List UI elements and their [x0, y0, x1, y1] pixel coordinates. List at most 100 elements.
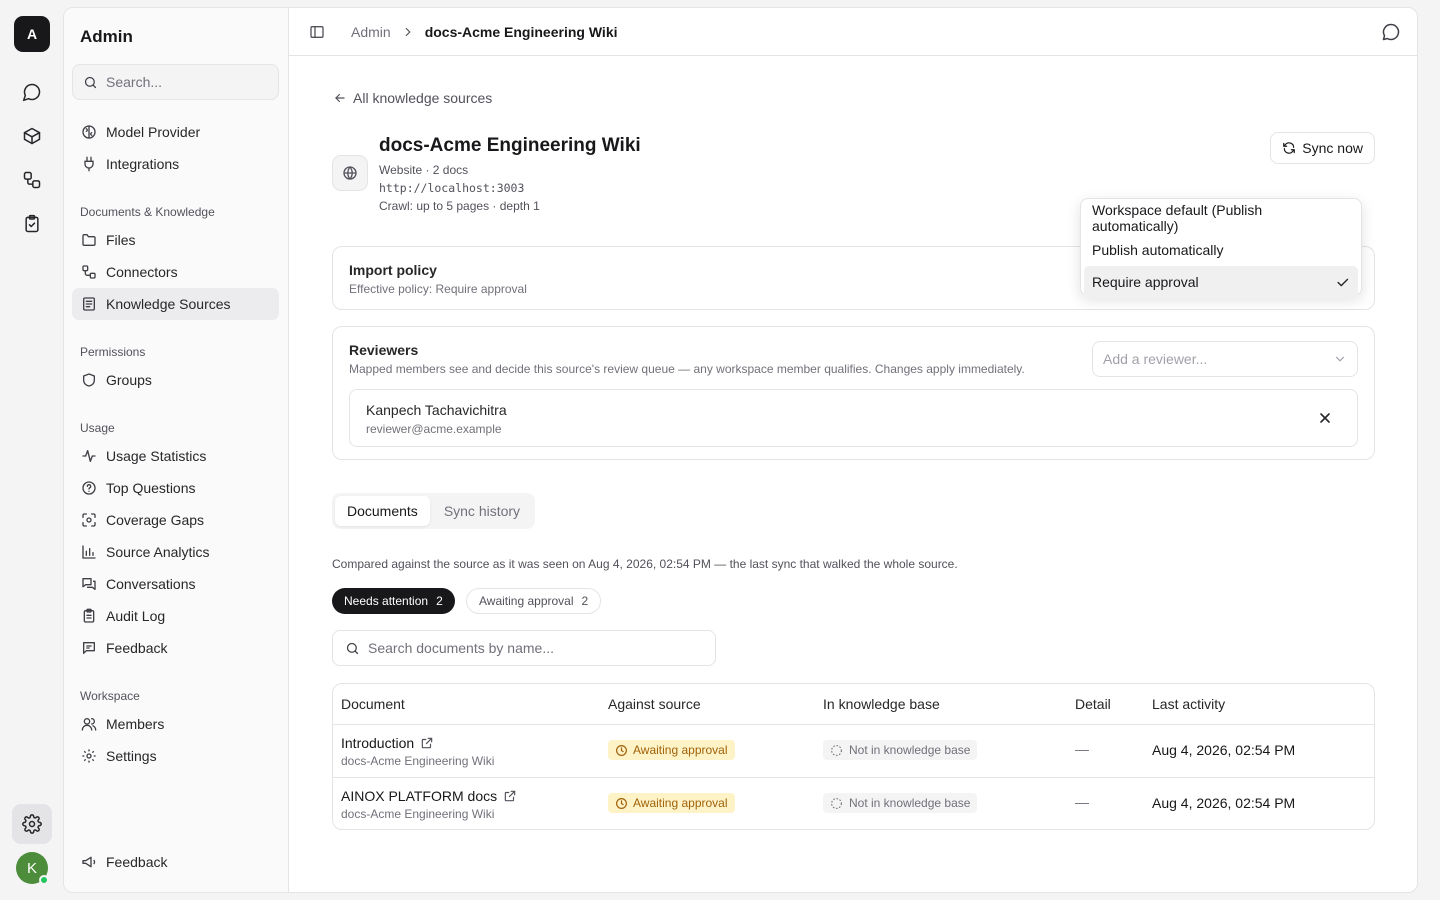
sidebar-item-label: Members: [106, 716, 165, 732]
bar-chart-icon: [81, 544, 97, 560]
column-header-in-knowledge-base: In knowledge base: [823, 696, 940, 712]
sidebar-item-model-provider[interactable]: Model Provider: [72, 116, 279, 148]
reviewer-item: Kanpech Tachavichitra reviewer@acme.exam…: [349, 389, 1358, 447]
reviewer-name: Kanpech Tachavichitra: [366, 402, 507, 418]
sync-now-button[interactable]: Sync now: [1270, 132, 1375, 164]
sidebar-item-coverage-gaps[interactable]: Coverage Gaps: [72, 504, 279, 536]
main-frame: Admin Search... Model Provider Integrati…: [63, 7, 1418, 893]
sidebar-item-top-questions[interactable]: Top Questions: [72, 472, 279, 504]
megaphone-icon: [81, 854, 97, 870]
sidebar-item-connectors[interactable]: Connectors: [72, 256, 279, 288]
filter-count: 2: [581, 594, 589, 608]
sidebar-item-knowledge-sources[interactable]: Knowledge Sources: [72, 288, 279, 320]
sidebar-item-label: Groups: [106, 372, 152, 388]
policy-option-label: Workspace default (Publish automatically…: [1092, 202, 1263, 234]
book-icon: [81, 296, 97, 312]
connectors-icon: [81, 264, 97, 280]
sidebar-item-conversations[interactable]: Conversations: [72, 568, 279, 600]
sidebar-item-feedback[interactable]: Feedback: [72, 632, 279, 664]
sidebar-item-settings[interactable]: Settings: [72, 740, 279, 772]
workflow-icon[interactable]: [16, 164, 48, 196]
box-icon[interactable]: [16, 120, 48, 152]
back-link[interactable]: All knowledge sources: [333, 90, 492, 106]
policy-option-publish-automatically[interactable]: Publish automatically: [1084, 234, 1358, 266]
chat-bubble-icon[interactable]: [1381, 22, 1401, 42]
sidebar-item-groups[interactable]: Groups: [72, 364, 279, 396]
chat-icon[interactable]: [16, 76, 48, 108]
search-icon: [346, 642, 359, 654]
document-source: docs-Acme Engineering Wiki: [341, 754, 495, 768]
sidebar-item-label: Feedback: [106, 854, 168, 870]
clipboard-check-icon[interactable]: [16, 208, 48, 240]
online-status-dot: [39, 875, 49, 885]
sidebar-item-audit-log[interactable]: Audit Log: [72, 600, 279, 632]
kb-status-label: Not in knowledge base: [849, 796, 971, 810]
clipboard-icon: [81, 608, 97, 624]
sidebar-item-label: Top Questions: [106, 480, 196, 496]
sidebar-item-files[interactable]: Files: [72, 224, 279, 256]
activity-icon: [81, 448, 97, 464]
kb-status-label: Not in knowledge base: [849, 743, 971, 757]
messages-icon: [81, 576, 97, 592]
icon-rail: A K: [0, 0, 64, 900]
policy-option-workspace-default[interactable]: Workspace default (Publish automatically…: [1084, 202, 1358, 234]
sidebar-item-label: Audit Log: [106, 608, 166, 624]
settings-gear-icon[interactable]: [12, 804, 52, 844]
sidebar-footer-feedback[interactable]: Feedback: [72, 846, 279, 878]
column-header-document: Document: [341, 696, 405, 712]
sidebar-item-label: Source Analytics: [106, 544, 210, 560]
breadcrumb-admin[interactable]: Admin: [351, 24, 391, 40]
column-header-against-source: Against source: [608, 696, 701, 712]
sidebar-item-usage-statistics[interactable]: Usage Statistics: [72, 440, 279, 472]
sidebar-item-integrations[interactable]: Integrations: [72, 148, 279, 180]
add-reviewer-select[interactable]: Add a reviewer...: [1092, 341, 1358, 377]
document-name: AINOX PLATFORM docs: [341, 788, 498, 804]
sync-now-label: Sync now: [1302, 140, 1363, 156]
document-tabs: Documents Sync history: [332, 493, 536, 529]
arrow-left-icon: [335, 93, 345, 103]
avatar-initial: K: [26, 859, 37, 877]
plug-icon: [81, 156, 97, 172]
sidebar-item-source-analytics[interactable]: Source Analytics: [72, 536, 279, 568]
admin-sidebar: Admin Search... Model Provider Integrati…: [64, 8, 289, 892]
sidebar-item-label: Settings: [106, 748, 157, 764]
filter-awaiting-approval[interactable]: Awaiting approval 2: [466, 588, 602, 614]
kb-status-badge: Not in knowledge base: [823, 793, 978, 813]
refresh-icon: [1283, 142, 1296, 154]
sidebar-section-permissions: Permissions: [80, 345, 146, 359]
filter-needs-attention[interactable]: Needs attention 2: [332, 588, 455, 614]
clock-icon: [616, 797, 627, 809]
remove-reviewer-close-icon[interactable]: [1317, 410, 1333, 426]
back-link-label: All knowledge sources: [353, 90, 493, 106]
document-search-input[interactable]: Search documents by name...: [332, 630, 716, 666]
sidebar-item-label: Files: [106, 232, 136, 248]
import-policy-dropdown: Workspace default (Publish automatically…: [1080, 198, 1362, 298]
filter-label: Awaiting approval: [479, 594, 574, 608]
source-url: http://localhost:3003: [379, 181, 525, 195]
scan-icon: [81, 512, 97, 528]
topbar: Admin docs-Acme Engineering Wiki: [289, 8, 1417, 56]
source-crawl-settings: Crawl: up to 5 pages · depth 1: [379, 199, 540, 213]
users-icon: [81, 716, 97, 732]
policy-option-require-approval[interactable]: Require approval: [1084, 266, 1358, 298]
external-link-icon: [504, 790, 516, 802]
sidebar-item-members[interactable]: Members: [72, 708, 279, 740]
chevron-down-icon: [1335, 356, 1345, 362]
documents-table: Document Against source In knowledge bas…: [332, 683, 1375, 830]
chevron-right-icon: [401, 25, 415, 39]
add-reviewer-placeholder: Add a reviewer...: [1103, 351, 1208, 367]
document-link[interactable]: Introduction: [341, 735, 434, 751]
message-square-icon: [81, 640, 97, 656]
sidebar-search-input[interactable]: Search...: [72, 64, 279, 100]
policy-option-label: Require approval: [1092, 274, 1199, 290]
workspace-logo[interactable]: A: [14, 16, 50, 52]
sidebar-toggle-icon[interactable]: [309, 24, 325, 40]
tab-documents[interactable]: Documents: [335, 496, 430, 526]
policy-option-label: Publish automatically: [1092, 242, 1224, 258]
check-icon: [1337, 278, 1349, 286]
user-avatar[interactable]: K: [16, 852, 49, 885]
tab-sync-history[interactable]: Sync history: [432, 496, 532, 526]
document-link[interactable]: AINOX PLATFORM docs: [341, 788, 517, 804]
column-header-last-activity: Last activity: [1152, 696, 1226, 712]
last-activity: Aug 4, 2026, 02:54 PM: [1152, 795, 1296, 811]
